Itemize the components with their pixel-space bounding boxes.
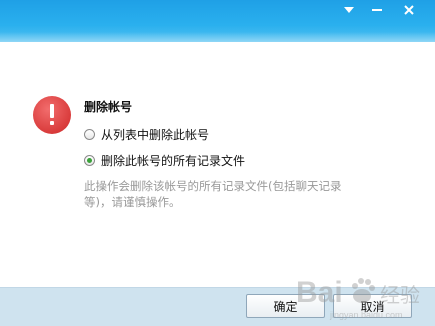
dialog-title: 删除帐号 [84,100,133,114]
close-icon[interactable] [397,2,421,18]
cancel-button[interactable]: 取消 [333,294,412,318]
warning-icon [33,96,71,134]
warning-description: 此操作会删除该帐号的所有记录文件(包括聊天记录等)，请谨慎操作。 [84,179,342,209]
radio-delete-all-records[interactable]: 删除此帐号的所有记录文件 [84,152,245,169]
radio-button-selected[interactable] [84,155,95,166]
ok-button[interactable]: 确定 [246,294,325,318]
radio-remove-from-list[interactable]: 从列表中删除此帐号 [84,126,209,143]
radio-button[interactable] [84,129,95,140]
title-bar-shine [0,32,435,42]
radio-label: 删除此帐号的所有记录文件 [101,154,246,168]
radio-label: 从列表中删除此帐号 [101,128,210,142]
title-bar[interactable] [0,0,435,42]
dropdown-icon[interactable] [337,2,361,18]
delete-account-dialog: 删除帐号 从列表中删除此帐号 删除此帐号的所有记录文件 此操作会删除该帐号的所有… [0,0,435,326]
minimize-icon[interactable] [365,2,389,18]
